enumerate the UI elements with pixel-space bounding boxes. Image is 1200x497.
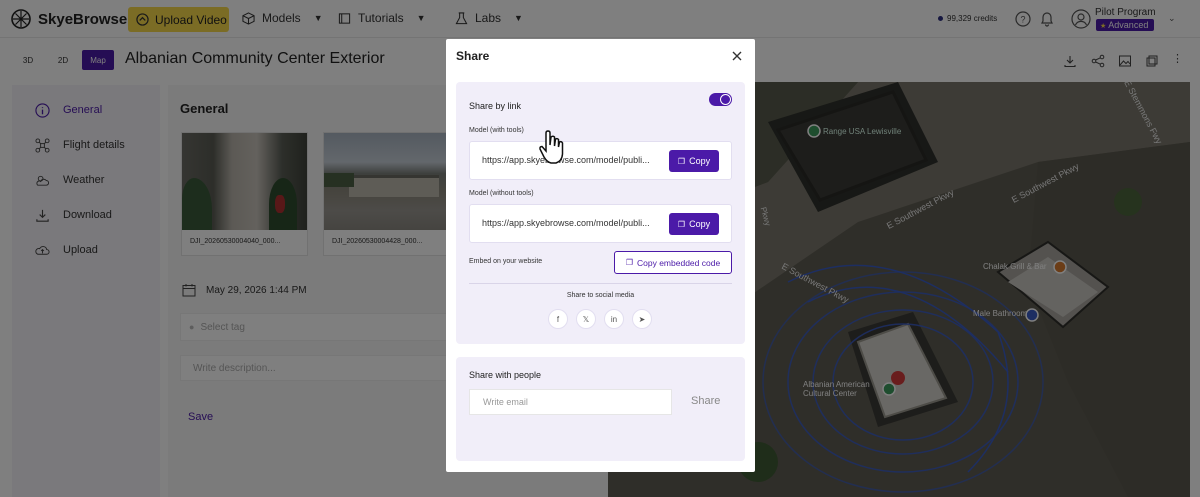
x-twitter-icon[interactable]: 𝕏	[576, 309, 596, 329]
model-without-tools-url-field[interactable]: https://app.skyebrowse.com/model/publi..…	[469, 204, 732, 243]
share-with-people-panel: Share with people Write email Share	[456, 357, 745, 461]
model-without-tools-label: Model (without tools)	[469, 190, 534, 197]
email-placeholder: Write email	[483, 397, 528, 407]
model-with-tools-url: https://app.skyebrowse.com/model/publi..…	[482, 155, 650, 165]
copy-icon: ❐	[625, 258, 633, 267]
copy-icon: ❐	[677, 156, 686, 166]
share-button[interactable]: Share	[691, 395, 720, 407]
facebook-icon[interactable]: f	[548, 309, 568, 329]
embed-label: Embed on your website	[469, 258, 543, 265]
model-with-tools-label: Model (with tools)	[469, 127, 524, 134]
close-icon[interactable]	[732, 51, 742, 61]
share-link-panel: Share by link Model (with tools) https:/…	[456, 82, 745, 344]
share-by-link-label: Share by link	[469, 101, 522, 111]
copy-label: Copy	[689, 219, 711, 229]
share-with-people-label: Share with people	[469, 370, 542, 380]
social-label: Share to social media	[566, 292, 635, 299]
copy-without-tools-button[interactable]: ❐ Copy	[669, 213, 719, 235]
hand-cursor-icon	[539, 130, 564, 164]
telegram-icon[interactable]: ➤	[632, 309, 652, 329]
copy-embedded-label: Copy embedded code	[637, 257, 721, 268]
email-input[interactable]: Write email	[469, 389, 672, 415]
divider	[469, 283, 732, 284]
copy-embedded-code-button[interactable]: ❐ Copy embedded code	[614, 251, 732, 274]
copy-with-tools-button[interactable]: ❐ Copy	[669, 150, 719, 172]
copy-icon: ❐	[677, 219, 686, 229]
model-without-tools-url: https://app.skyebrowse.com/model/publi..…	[482, 218, 650, 228]
share-modal: Share Share by link Model (with tools) h…	[446, 39, 755, 472]
linkedin-icon[interactable]: in	[604, 309, 624, 329]
share-link-toggle[interactable]	[709, 93, 732, 106]
toggle-knob	[720, 94, 731, 105]
copy-label: Copy	[689, 156, 711, 166]
share-modal-title: Share	[456, 49, 490, 63]
model-with-tools-url-field[interactable]: https://app.skyebrowse.com/model/publi..…	[469, 141, 732, 180]
